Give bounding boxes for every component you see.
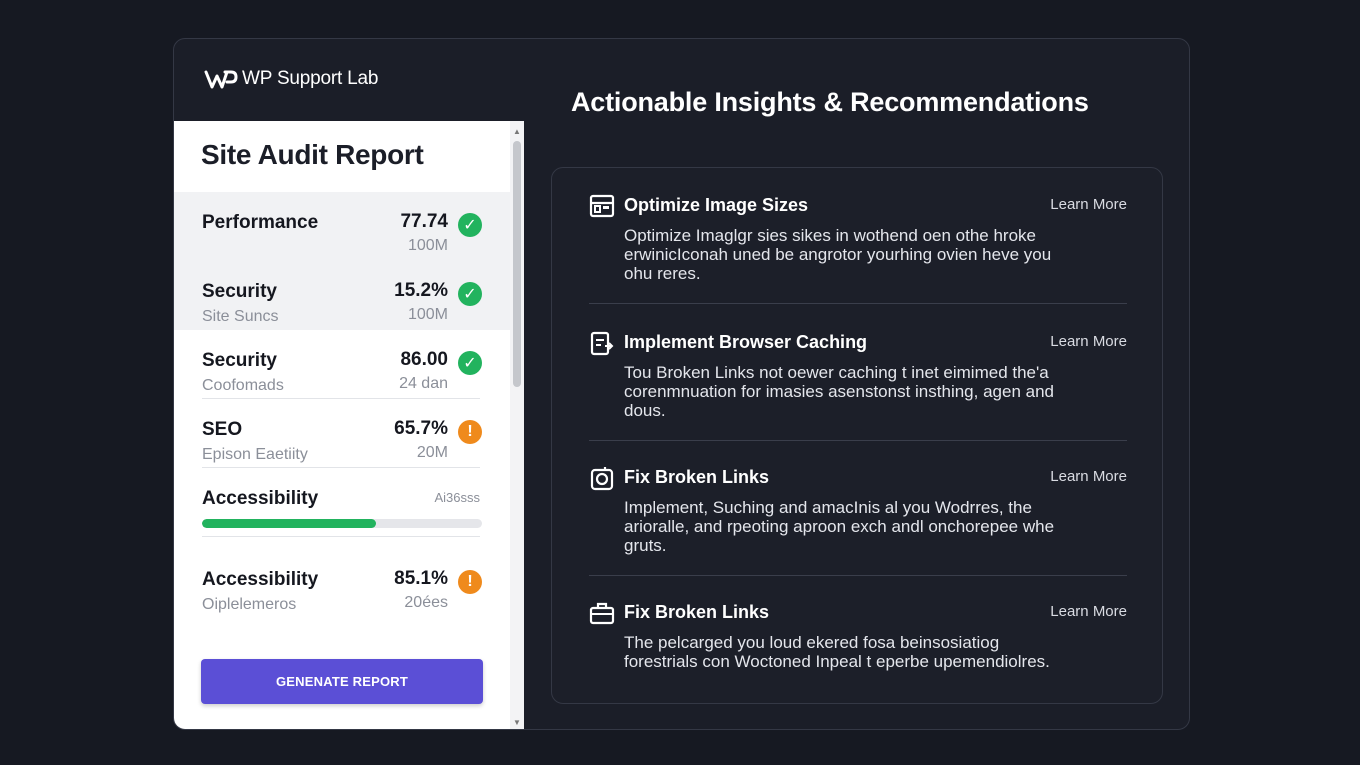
row-value: 65.7% bbox=[394, 418, 448, 439]
brand-name: WP Support Lab bbox=[242, 68, 379, 89]
learn-more-link[interactable]: Learn More bbox=[1050, 468, 1127, 485]
insight-title: Fix Broken Links bbox=[624, 467, 770, 487]
audit-list: Performance 77.74 100M ✓ Security Site S… bbox=[174, 192, 510, 617]
insight-card: Fix Broken Links Learn More Implement, S… bbox=[589, 440, 1127, 576]
insight-title: Fix Broken Links bbox=[624, 602, 770, 622]
scrollbar-thumb[interactable] bbox=[513, 141, 521, 387]
row-secondary-value: 24 dan bbox=[399, 375, 448, 392]
row-sub: Epison Eaetiity bbox=[202, 446, 308, 463]
row-label: Performance bbox=[202, 212, 319, 233]
audit-row-accessibility-2[interactable]: Accessibility Oiplelemeros 85.1% 20ées ! bbox=[174, 537, 510, 617]
insight-card: Implement Browser Caching Learn More Tou… bbox=[589, 305, 1127, 441]
warning-circle-icon: ! bbox=[458, 570, 482, 594]
row-secondary-value: Ai36sss bbox=[434, 490, 480, 505]
accessibility-progress-bar bbox=[202, 519, 482, 528]
row-secondary-value: 20M bbox=[416, 444, 448, 461]
scrollbar[interactable]: ▲ ▼ bbox=[510, 121, 524, 729]
scroll-down-arrow-icon[interactable]: ▼ bbox=[510, 718, 524, 727]
insight-description: The pelcarged you loud ekered fosa beins… bbox=[624, 633, 1050, 671]
learn-more-link[interactable]: Learn More bbox=[1050, 196, 1127, 213]
progress-fill bbox=[202, 519, 376, 528]
insight-description: Tou Broken Links not oewer caching t ine… bbox=[624, 363, 1054, 420]
insights-panel: Optimize Image Sizes Learn More Optimize… bbox=[551, 167, 1163, 704]
audit-row-security[interactable]: Security Site Suncs 15.2% 100M ✓ bbox=[174, 261, 510, 330]
audit-row-accessibility[interactable]: Accessibility Ai36sss bbox=[174, 468, 510, 537]
check-circle-icon: ✓ bbox=[458, 351, 482, 375]
row-secondary-value: 100M bbox=[407, 306, 448, 323]
app-window: WP Support Lab Site Audit Report Perform… bbox=[173, 38, 1190, 730]
row-label: Security bbox=[202, 281, 277, 302]
layout-icon bbox=[589, 194, 615, 218]
row-sub: Site Suncs bbox=[202, 308, 279, 325]
audit-row-performance[interactable]: Performance 77.74 100M ✓ bbox=[174, 192, 510, 261]
scroll-up-arrow-icon[interactable]: ▲ bbox=[510, 127, 524, 136]
check-circle-icon: ✓ bbox=[458, 282, 482, 306]
insight-description: Optimize Imaglgr sies sikes in wothend o… bbox=[624, 226, 1052, 283]
warning-circle-icon: ! bbox=[458, 420, 482, 444]
audit-row-security-2[interactable]: Security Coofomads 86.00 24 dan ✓ bbox=[174, 330, 510, 399]
generate-report-button[interactable]: GENENATE REPORT bbox=[201, 659, 483, 704]
learn-more-link[interactable]: Learn More bbox=[1050, 603, 1127, 620]
row-label: SEO bbox=[202, 419, 243, 440]
row-value: 86.00 bbox=[400, 349, 448, 370]
brand: WP Support Lab bbox=[204, 67, 378, 91]
insights-title: Actionable Insights & Recommendations bbox=[571, 87, 1089, 117]
row-value: 85.1% bbox=[394, 568, 448, 589]
row-value: 15.2% bbox=[394, 280, 448, 301]
wp-logo-icon bbox=[204, 70, 238, 89]
insight-title: Implement Browser Caching bbox=[624, 332, 868, 352]
camera-icon bbox=[590, 467, 614, 491]
learn-more-link[interactable]: Learn More bbox=[1050, 333, 1127, 350]
insight-card: Fix Broken Links Learn More The pelcarge… bbox=[589, 575, 1127, 711]
audit-row-seo[interactable]: SEO Epison Eaetiity 65.7% 20M ! bbox=[174, 399, 510, 468]
insight-title: Optimize Image Sizes bbox=[624, 195, 809, 215]
audit-title: Site Audit Report bbox=[201, 139, 424, 170]
row-value: 77.74 bbox=[400, 211, 448, 232]
briefcase-icon bbox=[589, 602, 615, 625]
row-secondary-value: 20ées bbox=[404, 594, 448, 611]
check-circle-icon: ✓ bbox=[458, 213, 482, 237]
row-secondary-value: 100M bbox=[407, 237, 448, 254]
insight-card: Optimize Image Sizes Learn More Optimize… bbox=[589, 168, 1127, 304]
row-sub: Oiplelemeros bbox=[202, 596, 297, 613]
row-label: Accessibility bbox=[202, 569, 319, 590]
clipboard-icon bbox=[590, 331, 614, 356]
row-label: Security bbox=[202, 350, 277, 371]
audit-panel: Site Audit Report Performance 77.74 100M… bbox=[174, 121, 524, 729]
row-sub: Coofomads bbox=[202, 377, 284, 394]
insight-description: Implement, Suching and amacInis al you W… bbox=[624, 498, 1055, 555]
row-label: Accessibility bbox=[202, 488, 319, 509]
